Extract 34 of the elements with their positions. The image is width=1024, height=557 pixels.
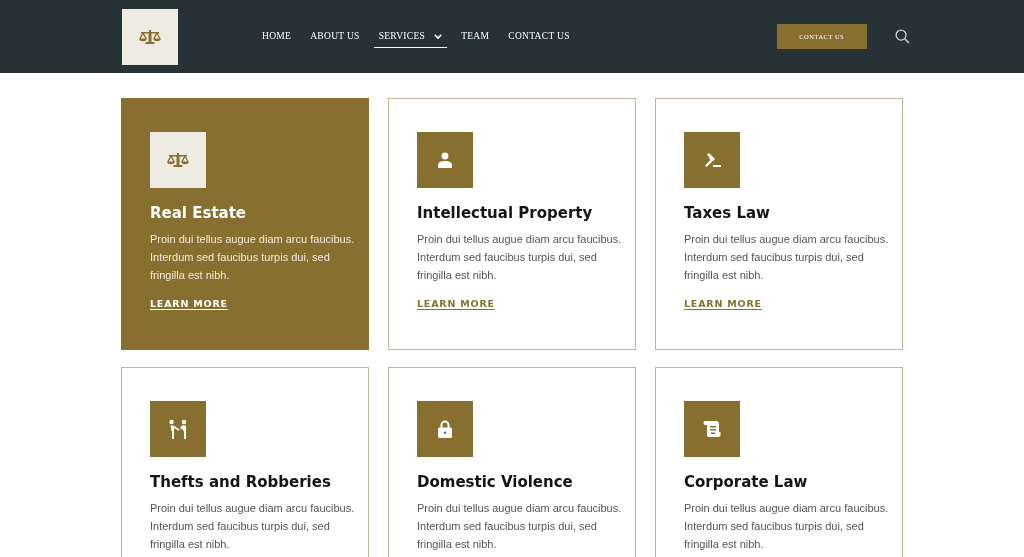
service-card[interactable]: Intellectual Property Proin dui tellus augue diam arcu faucibus. Interdum sed faucibus turpis dui, sed fringilla est nibh. LEARN MORE bbox=[388, 98, 636, 350]
card-description: Proin dui tellus augue diam arcu faucibus. Interdum sed faucibus turpis dui, sed fringilla est nibh. bbox=[684, 232, 889, 283]
service-card[interactable]: Thefts and Robberies Proin dui tellus augue diam arcu faucibus. Interdum sed faucibus turpis dui, sed fringilla est nibh. bbox=[121, 367, 369, 557]
learn-more-link[interactable]: LEARN MORE bbox=[150, 298, 228, 309]
card-title: Corporate Law bbox=[684, 473, 809, 491]
service-card[interactable]: Real Estate Proin dui tellus augue diam arcu faucibus. Interdum sed faucibus turpis dui, sed fringilla est nibh. LEARN MORE bbox=[121, 98, 369, 350]
card-title: Thefts and Robberies bbox=[150, 473, 332, 491]
card-description: Proin dui tellus augue diam arcu faucibus. Interdum sed faucibus turpis dui, sed fringilla est nibh. bbox=[684, 501, 889, 552]
card-description: Proin dui tellus augue diam arcu faucibus. Interdum sed faucibus turpis dui, sed fringilla est nibh. bbox=[150, 232, 355, 283]
scroll-icon bbox=[703, 420, 721, 438]
card-title: Real Estate bbox=[150, 204, 248, 222]
card-title: Intellectual Property bbox=[417, 204, 594, 222]
logo[interactable] bbox=[122, 8, 178, 65]
two-people-icon bbox=[168, 419, 188, 439]
learn-more-link[interactable]: LEARN MORE bbox=[417, 298, 495, 309]
service-card[interactable]: Domestic Violence Proin dui tellus augue diam arcu faucibus. Interdum sed faucibus turpis dui, sed fringilla est nibh. bbox=[388, 367, 636, 557]
scales-icon bbox=[167, 153, 189, 167]
learn-more-link[interactable]: LEARN MORE bbox=[684, 298, 762, 309]
service-card[interactable]: Taxes Law Proin dui tellus augue diam arcu faucibus. Interdum sed faucibus turpis dui, sed fringilla est nibh. LEARN MORE bbox=[655, 98, 903, 350]
card-title: Taxes Law bbox=[684, 204, 771, 222]
nav-link[interactable]: SERVICES bbox=[373, 25, 448, 48]
lock-icon bbox=[438, 420, 452, 438]
card-description: Proin dui tellus augue diam arcu faucibus. Interdum sed faucibus turpis dui, sed fringilla est nibh. bbox=[150, 501, 355, 552]
nav-link[interactable]: HOME bbox=[262, 25, 292, 48]
scales-icon bbox=[139, 29, 161, 44]
person-icon bbox=[437, 152, 453, 168]
service-card[interactable]: Corporate Law Proin dui tellus augue diam arcu faucibus. Interdum sed faucibus turpis dui, sed fringilla est nibh. bbox=[655, 367, 903, 557]
nav-link[interactable]: ABOUT US bbox=[310, 25, 360, 48]
nav-link[interactable]: CONTACT US bbox=[508, 25, 570, 48]
card-description: Proin dui tellus augue diam arcu faucibus. Interdum sed faucibus turpis dui, sed fringilla est nibh. bbox=[417, 501, 622, 552]
nav-link[interactable]: TEAM bbox=[461, 25, 490, 48]
card-title: Domestic Violence bbox=[417, 473, 574, 491]
card-description: Proin dui tellus augue diam arcu faucibus. Interdum sed faucibus turpis dui, sed fringilla est nibh. bbox=[417, 232, 622, 283]
search-icon[interactable] bbox=[894, 29, 910, 44]
